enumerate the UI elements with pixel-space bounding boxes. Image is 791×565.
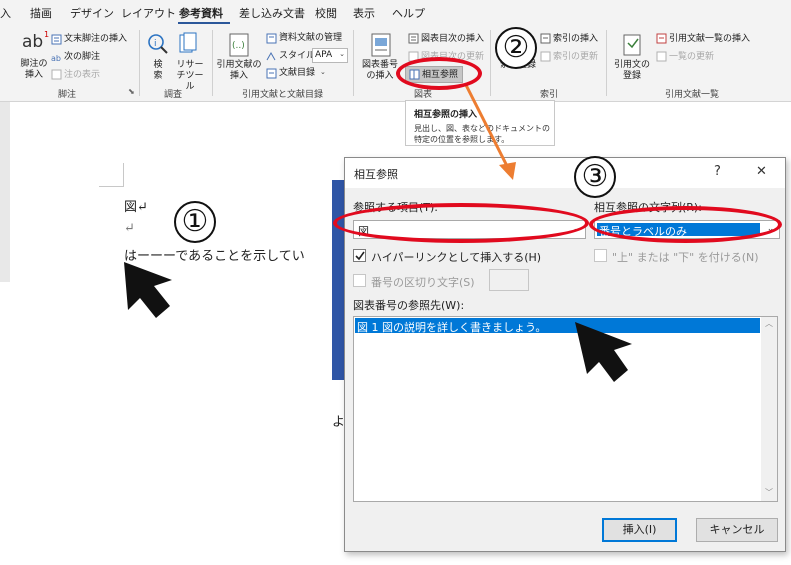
- cursor-arrow-icon: [124, 262, 172, 318]
- orange-arrow-line: [464, 84, 510, 169]
- annotation-marker-2: ②: [495, 27, 537, 69]
- orange-arrow-head: [499, 162, 516, 180]
- highlight-oval-insert-reference: [589, 206, 782, 243]
- cursor-arrow-icon: [575, 322, 632, 382]
- annotation-marker-3: ③: [574, 156, 616, 198]
- annotation-marker-1: ①: [174, 201, 216, 243]
- annotation-overlay: [124, 84, 632, 382]
- highlight-oval-cross-reference: [396, 57, 482, 90]
- highlight-oval-reference-type: [333, 203, 589, 243]
